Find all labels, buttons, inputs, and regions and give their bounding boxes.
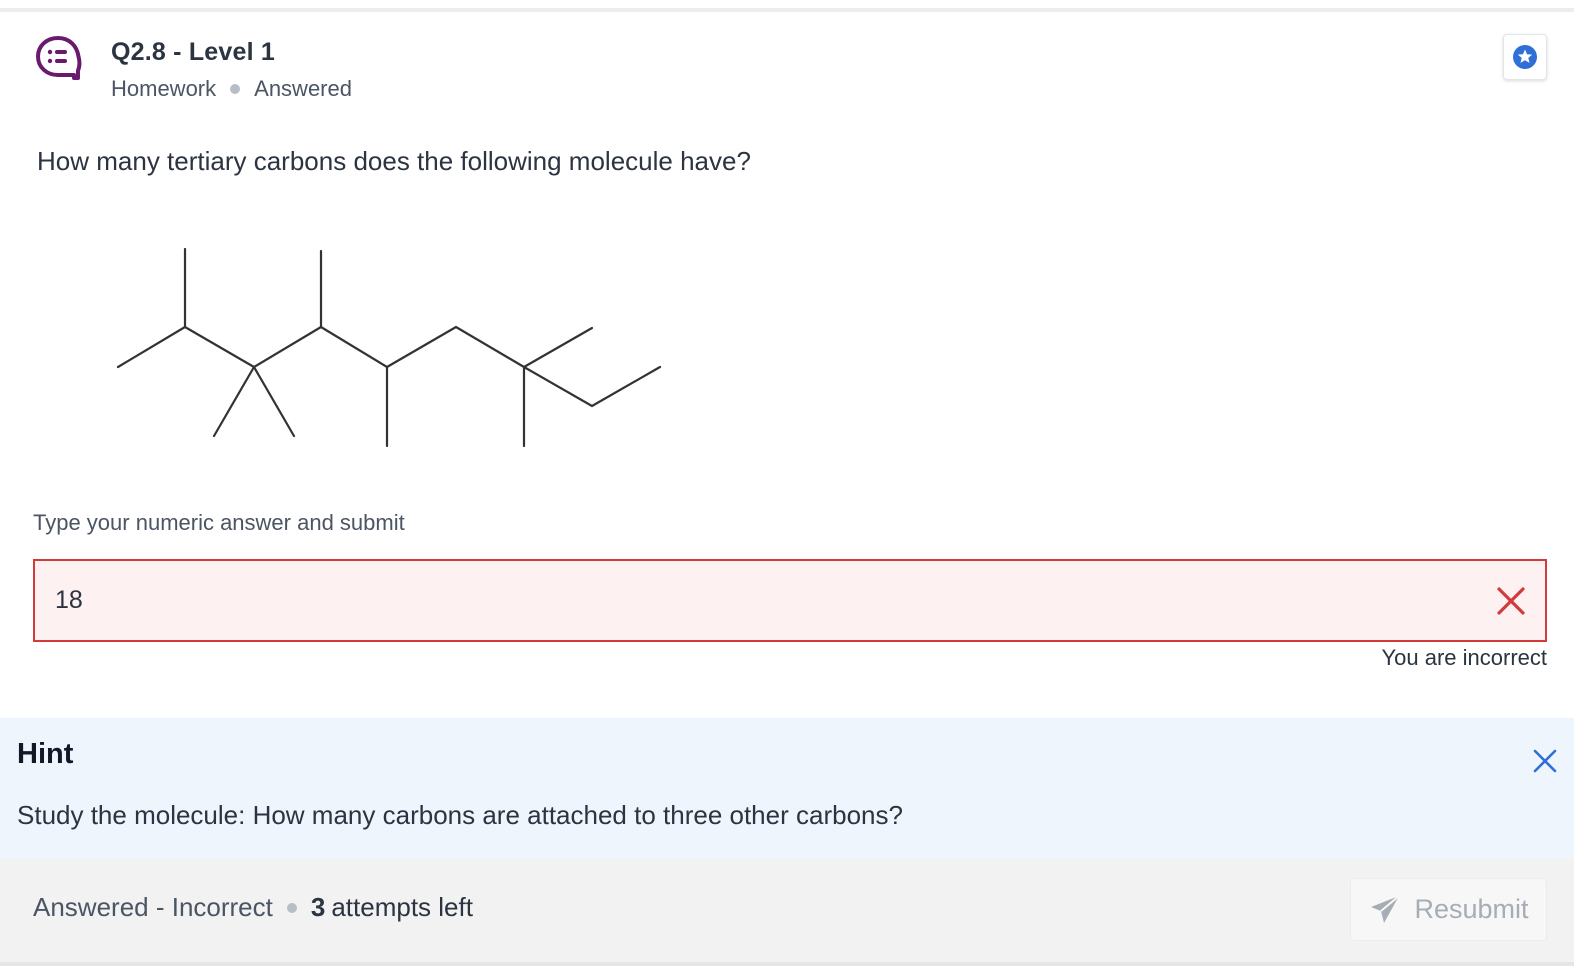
meta-separator-dot (230, 84, 241, 94)
star-badge-icon (1513, 45, 1537, 69)
answer-feedback: You are incorrect (1381, 645, 1547, 670)
answer-status: Answered - Incorrect 3 attempts left (33, 892, 473, 923)
question-state: Answered (254, 76, 352, 101)
resubmit-button[interactable]: Resubmit (1350, 878, 1547, 941)
question-header: Q2.8 - Level 1 Homework Answered (0, 12, 1574, 122)
hint-panel: Hint Study the molecule: How many carbon… (0, 718, 1574, 858)
molecule-structure-image (116, 247, 662, 448)
close-icon[interactable] (1532, 748, 1558, 774)
resubmit-label: Resubmit (1414, 894, 1529, 924)
question-prompt: How many tertiary carbons does the follo… (37, 146, 751, 176)
question-category: Homework (111, 76, 217, 101)
attempts-count: 3 (310, 892, 326, 922)
bookmark-button[interactable] (1503, 34, 1547, 80)
status-text: Answered - Incorrect (33, 892, 273, 922)
status-separator-dot (286, 902, 297, 913)
hint-title: Hint (17, 738, 74, 770)
question-title: Q2.8 - Level 1 (111, 38, 275, 66)
numeric-answer-input[interactable] (35, 570, 1435, 631)
answer-instruction: Type your numeric answer and submit (33, 510, 405, 535)
bottom-divider (0, 962, 1574, 966)
speech-bubble-list-icon (36, 36, 82, 80)
send-icon (1371, 894, 1401, 923)
question-meta: Homework Answered (111, 76, 352, 102)
hint-text: Study the molecule: How many carbons are… (17, 800, 903, 830)
answer-field-container (33, 559, 1547, 642)
attempts-label: attempts left (331, 892, 473, 922)
question-footer: Answered - Incorrect 3 attempts left Res… (0, 858, 1574, 962)
close-x-icon[interactable] (1495, 585, 1527, 617)
